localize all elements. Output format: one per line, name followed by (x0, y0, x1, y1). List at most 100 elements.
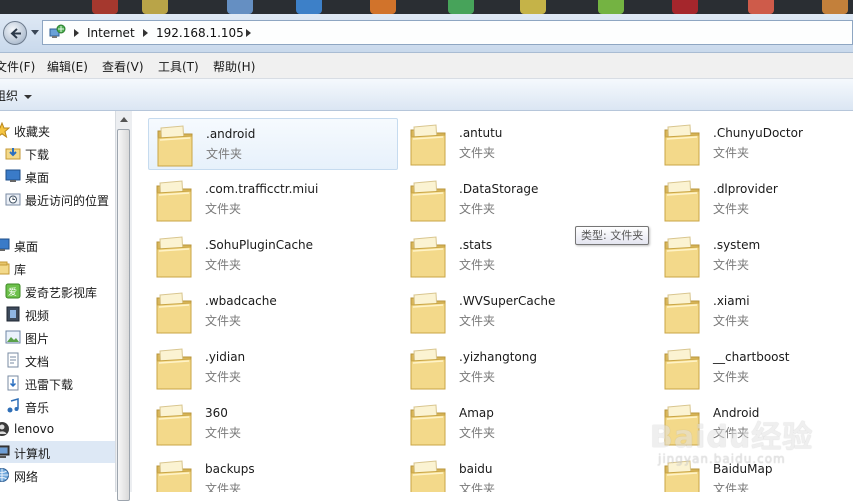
folder-item[interactable]: .dlprovider 文件夹 (656, 174, 853, 226)
nav-item-label: 视频 (25, 309, 50, 323)
breadcrumb-separator-icon[interactable] (74, 29, 79, 37)
nav-item-label: 库 (14, 263, 27, 277)
nav-item[interactable]: 桌面 (0, 165, 115, 187)
folder-type: 文件夹 (459, 370, 496, 384)
nav-item[interactable]: 图片 (0, 326, 115, 348)
folder-item[interactable]: 360 文件夹 (148, 398, 398, 450)
video-library-icon (5, 306, 21, 322)
taskbar-app-icon[interactable] (370, 0, 396, 14)
breadcrumb-internet[interactable]: Internet (87, 26, 135, 40)
nav-item[interactable]: 库 (0, 257, 115, 279)
nav-pane-scrollbar[interactable] (115, 111, 132, 501)
taskbar-app-icon[interactable] (520, 0, 546, 14)
folder-type: 文件夹 (459, 202, 496, 216)
taskbar-app-icon[interactable] (142, 0, 168, 14)
folder-item[interactable]: .system 文件夹 (656, 230, 853, 282)
folder-name: .ChunyuDoctor (713, 126, 803, 140)
folder-type: 文件夹 (713, 258, 750, 272)
organize-button[interactable]: 组织 (0, 87, 33, 104)
nav-item[interactable]: 音乐 (0, 395, 115, 417)
nav-item[interactable]: 爱爱奇艺影视库 (0, 280, 115, 302)
folder-item[interactable]: .wbadcache 文件夹 (148, 286, 398, 338)
taskbar-app-icon[interactable] (448, 0, 474, 14)
menu-tools[interactable]: 工具(T) (158, 58, 199, 75)
menu-view[interactable]: 查看(V) (102, 58, 144, 75)
scrollbar-thumb[interactable] (117, 129, 130, 501)
watermark-brand: Baidu经验 (650, 420, 814, 455)
folder-name: .wbadcache (205, 294, 277, 308)
taskbar-strip (0, 0, 853, 14)
folder-name: Amap (459, 406, 494, 420)
iqiyi-library-icon: 爱 (5, 283, 21, 299)
folder-icon (154, 403, 194, 447)
folder-name: backups (205, 462, 255, 476)
folder-type: 文件夹 (713, 146, 750, 160)
folder-item[interactable]: .yizhangtong 文件夹 (402, 342, 652, 394)
folder-item[interactable]: .android 文件夹 (148, 118, 398, 170)
folder-name: .WVSuperCache (459, 294, 556, 308)
nav-item[interactable]: 最近访问的位置 (0, 188, 115, 210)
xunlei-download-icon (5, 375, 21, 391)
folder-icon (408, 347, 448, 391)
breadcrumb-host[interactable]: 192.168.1.105 (156, 26, 244, 40)
taskbar-app-icon[interactable] (92, 0, 118, 14)
folder-item[interactable]: .yidian 文件夹 (148, 342, 398, 394)
nav-item[interactable]: 桌面 (0, 234, 115, 256)
back-button[interactable] (3, 21, 27, 45)
folder-type: 文件夹 (713, 370, 750, 384)
folder-name: .stats (459, 238, 493, 252)
folder-name: .dlprovider (713, 182, 778, 196)
nav-item[interactable]: lenovo (0, 418, 115, 440)
folder-item[interactable]: .WVSuperCache 文件夹 (402, 286, 652, 338)
nav-item-label: lenovo (14, 422, 55, 436)
folder-icon (155, 124, 195, 168)
nav-item[interactable]: 网络 (0, 464, 115, 486)
taskbar-app-icon[interactable] (227, 0, 253, 14)
nav-item[interactable]: 文档 (0, 349, 115, 371)
folder-type: 文件夹 (205, 482, 242, 492)
nav-item[interactable]: 下载 (0, 142, 115, 164)
network-icon (0, 467, 10, 483)
folder-icon (408, 459, 448, 492)
folder-item[interactable]: __chartboost 文件夹 (656, 342, 853, 394)
recent-pages-dropdown[interactable] (31, 30, 39, 35)
folder-item[interactable]: .com.trafficctr.miui 文件夹 (148, 174, 398, 226)
taskbar-app-icon[interactable] (822, 0, 848, 14)
menu-file[interactable]: 文件(F) (0, 58, 35, 75)
library-icon (0, 260, 10, 276)
folder-item[interactable]: .ChunyuDoctor 文件夹 (656, 118, 853, 170)
folder-item[interactable]: .DataStorage 文件夹 (402, 174, 652, 226)
nav-item[interactable]: 迅雷下载 (0, 372, 115, 394)
folder-icon (154, 179, 194, 223)
breadcrumb-separator-icon[interactable] (246, 29, 251, 37)
nav-item[interactable]: 视频 (0, 303, 115, 325)
folder-item[interactable]: .xiami 文件夹 (656, 286, 853, 338)
folder-type: 文件夹 (205, 202, 242, 216)
nav-item[interactable]: 计算机 (0, 441, 115, 463)
folder-type: 文件夹 (205, 314, 242, 328)
folder-item[interactable]: baidu 文件夹 (402, 454, 652, 492)
taskbar-app-icon[interactable] (296, 0, 322, 14)
menu-help[interactable]: 帮助(H) (213, 58, 255, 75)
taskbar-app-icon[interactable] (672, 0, 698, 14)
folder-item[interactable]: backups 文件夹 (148, 454, 398, 492)
folder-item[interactable]: .SohuPluginCache 文件夹 (148, 230, 398, 282)
scroll-up-arrow-icon[interactable] (120, 117, 128, 122)
nav-item[interactable]: 收藏夹 (0, 119, 115, 141)
address-bar[interactable]: Internet 192.168.1.105 (42, 20, 853, 45)
folder-item[interactable]: .antutu 文件夹 (402, 118, 652, 170)
menu-edit[interactable]: 编辑(E) (47, 58, 88, 75)
nav-item-label: 爱奇艺影视库 (25, 286, 98, 300)
navigation-pane: 收藏夹 下载 桌面 最近访问的位置 桌面库爱爱奇艺影视库 视频 图片 文档 迅雷下载 音乐 leno… (0, 111, 115, 492)
folder-item[interactable]: Amap 文件夹 (402, 398, 652, 450)
folder-type: 文件夹 (459, 426, 496, 440)
folder-icon (662, 179, 702, 223)
breadcrumb-separator-icon[interactable] (143, 29, 148, 37)
command-bar: 组织 (0, 79, 853, 111)
taskbar-app-icon[interactable] (748, 0, 774, 14)
svg-text:爱: 爱 (8, 287, 17, 298)
nav-item-label: 收藏夹 (14, 125, 51, 139)
taskbar-app-icon[interactable] (598, 0, 624, 14)
folder-icon (154, 347, 194, 391)
folder-icon (662, 291, 702, 335)
